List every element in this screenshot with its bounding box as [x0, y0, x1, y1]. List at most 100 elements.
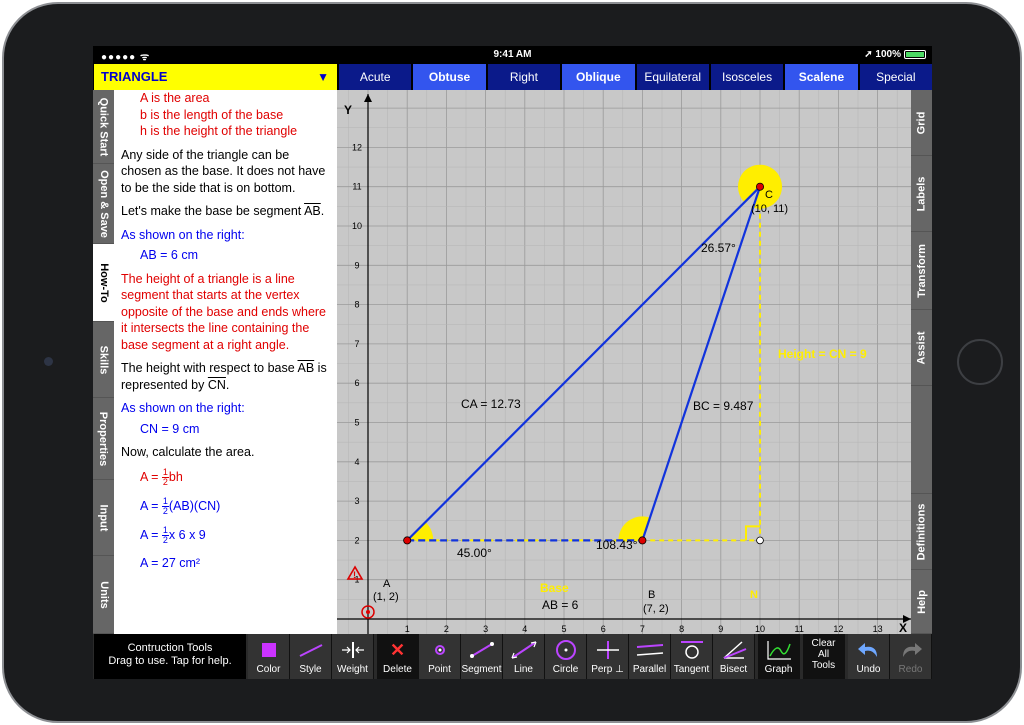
weight-arrows-icon	[341, 642, 364, 658]
circle-tool-button[interactable]: Circle	[545, 634, 587, 679]
point-tool-button[interactable]: Point	[419, 634, 461, 679]
y-tick-label: 10	[352, 221, 362, 231]
toolbar-info[interactable]: Contruction Tools Drag to use. Tap for h…	[94, 634, 246, 679]
x-tick-label: 2	[444, 624, 449, 634]
undo-button[interactable]: Undo	[848, 634, 890, 679]
x-tick-label: 13	[873, 624, 883, 634]
parallel-tool-button[interactable]: Parallel	[629, 634, 671, 679]
vertex-c	[755, 182, 764, 191]
side-tab-how-to[interactable]: How-To	[93, 244, 114, 322]
tab-right[interactable]: Right	[487, 64, 561, 90]
graph-background	[337, 90, 911, 634]
coordinate-graph[interactable]: 1 2 3 4 5 6 7 8 9 10 11 12 13123456789101112 Y X CA …	[337, 90, 911, 634]
style-line-icon	[299, 644, 322, 657]
y-tick-label: 9	[354, 260, 359, 270]
tab-oblique[interactable]: Oblique	[562, 64, 635, 90]
variable-definitions: A is the area b is the length of the bas…	[140, 91, 298, 138]
y-tick-label: 4	[354, 457, 359, 467]
warning-mark: !	[353, 570, 356, 580]
line-tool-button[interactable]: Line	[503, 634, 545, 679]
color-swatch-icon	[261, 643, 276, 657]
camera-icon	[44, 357, 53, 366]
side-tab-properties[interactable]: Properties	[93, 398, 114, 480]
tab-equilateral[interactable]: Equilateral	[636, 64, 709, 90]
x-tick-label: 8	[679, 624, 684, 634]
triangle-type-tabs: Acute Obtuse Right Oblique Equilateral I…	[339, 64, 932, 90]
x-tick-label: 9	[718, 624, 723, 634]
side-tab-units[interactable]: Units	[93, 556, 114, 634]
segment-tool-button[interactable]: Segment	[461, 634, 503, 679]
bisect-icon	[723, 641, 746, 659]
right-tab-transform[interactable]: Transform	[911, 232, 932, 310]
tab-isosceles[interactable]: Isosceles	[710, 64, 784, 90]
battery-status: ➚ 100%	[864, 49, 926, 60]
perpendicular-icon	[596, 641, 619, 659]
tangent-icon	[680, 641, 703, 659]
delete-tool-button[interactable]: ✕ Delete	[377, 634, 419, 679]
right-tab-assist[interactable]: Assist	[911, 310, 932, 386]
right-tab-definitions[interactable]: Definitions	[911, 494, 932, 570]
topic-selector[interactable]: TRIANGLE ▼	[94, 64, 337, 90]
lesson-content: A is the area b is the length of the bas…	[114, 90, 337, 634]
parallel-icon	[636, 644, 663, 656]
y-tick-label: 12	[352, 142, 362, 152]
y-tick-label: 8	[354, 300, 359, 310]
side-tab-quick-start[interactable]: Quick Start	[93, 90, 114, 164]
x-tick-label: 10	[755, 624, 765, 634]
graph-tool-button[interactable]: Graph	[758, 634, 800, 679]
paragraph-base-segment: Let's make the base be segment AB.	[121, 204, 325, 218]
redo-button[interactable]: Redo	[890, 634, 932, 679]
weight-tool-button[interactable]: Weight	[332, 634, 374, 679]
perpendicular-tool-button[interactable]: Perp ⊥	[587, 634, 629, 679]
label-base: Base	[540, 581, 569, 595]
label-height: Height = CN = 9	[778, 347, 867, 361]
tab-acute[interactable]: Acute	[339, 64, 412, 90]
tab-special[interactable]: Special	[859, 64, 932, 90]
battery-percent: ➚ 100%	[864, 49, 901, 60]
right-tab-grid[interactable]: Grid	[911, 90, 932, 156]
x-axis-label: X	[899, 621, 907, 634]
graph-icon	[766, 641, 791, 660]
tab-scalene[interactable]: Scalene	[785, 64, 858, 90]
height-definition: The height of a triangle is a line segme…	[121, 271, 327, 352]
formula-2: A = 1 2 (AB)(CN)	[140, 495, 221, 516]
tangent-tool-button[interactable]: Tangent	[671, 634, 713, 679]
home-button[interactable]	[957, 339, 1003, 385]
formula-3: A = 12x 6 x 9	[140, 524, 206, 545]
app-screen: ●●●●● ᯤ 9:41 AM ➚ 100% TRIANGLE ▼ Acute …	[93, 46, 932, 679]
y-tick-label: 7	[354, 339, 359, 349]
right-tab-help[interactable]: Help	[911, 570, 932, 634]
shown-note-1: As shown on the right:	[121, 227, 245, 242]
ab-length: AB = 6 cm	[140, 248, 199, 262]
status-bar: ●●●●● ᯤ 9:41 AM ➚ 100%	[93, 46, 932, 64]
undo-icon	[857, 643, 877, 657]
foot-point-n	[756, 536, 764, 545]
formula-result: A = 27 cm²	[140, 555, 201, 570]
x-tick-label: 6	[601, 624, 606, 634]
tab-obtuse[interactable]: Obtuse	[413, 64, 486, 90]
angle-a-label: 45.00°	[457, 546, 492, 560]
y-tick-label: 2	[354, 535, 359, 545]
triangle-down-icon[interactable]: ▼	[317, 64, 329, 90]
bisect-tool-button[interactable]: Bisect	[713, 634, 755, 679]
shown-note-2: As shown on the right:	[121, 401, 245, 415]
paragraph-calculate: Now, calculate the area.	[121, 445, 255, 459]
battery-icon	[904, 50, 926, 59]
x-tick-label: 5	[561, 624, 566, 634]
right-tab-labels[interactable]: Labels	[911, 156, 932, 232]
point-n-name: N	[750, 589, 758, 601]
ipad-device: ●●●●● ᯤ 9:41 AM ➚ 100% TRIANGLE ▼ Acute …	[0, 0, 1024, 725]
side-tab-open-save[interactable]: Open & Save	[93, 164, 114, 244]
line-icon	[510, 641, 537, 659]
side-tab-skills[interactable]: Skills	[93, 322, 114, 398]
clear-all-tools-button[interactable]: Clear All Tools	[803, 634, 845, 679]
right-tab-blank[interactable]	[911, 386, 932, 494]
y-tick-label: 11	[352, 182, 361, 192]
redo-icon	[902, 643, 922, 657]
side-tab-input[interactable]: Input	[93, 480, 114, 556]
color-tool-button[interactable]: Color	[248, 634, 290, 679]
x-tick-label: 7	[640, 624, 645, 634]
label-ca: CA = 12.73	[461, 397, 521, 411]
circle-icon	[555, 640, 576, 660]
style-tool-button[interactable]: Style	[290, 634, 332, 679]
